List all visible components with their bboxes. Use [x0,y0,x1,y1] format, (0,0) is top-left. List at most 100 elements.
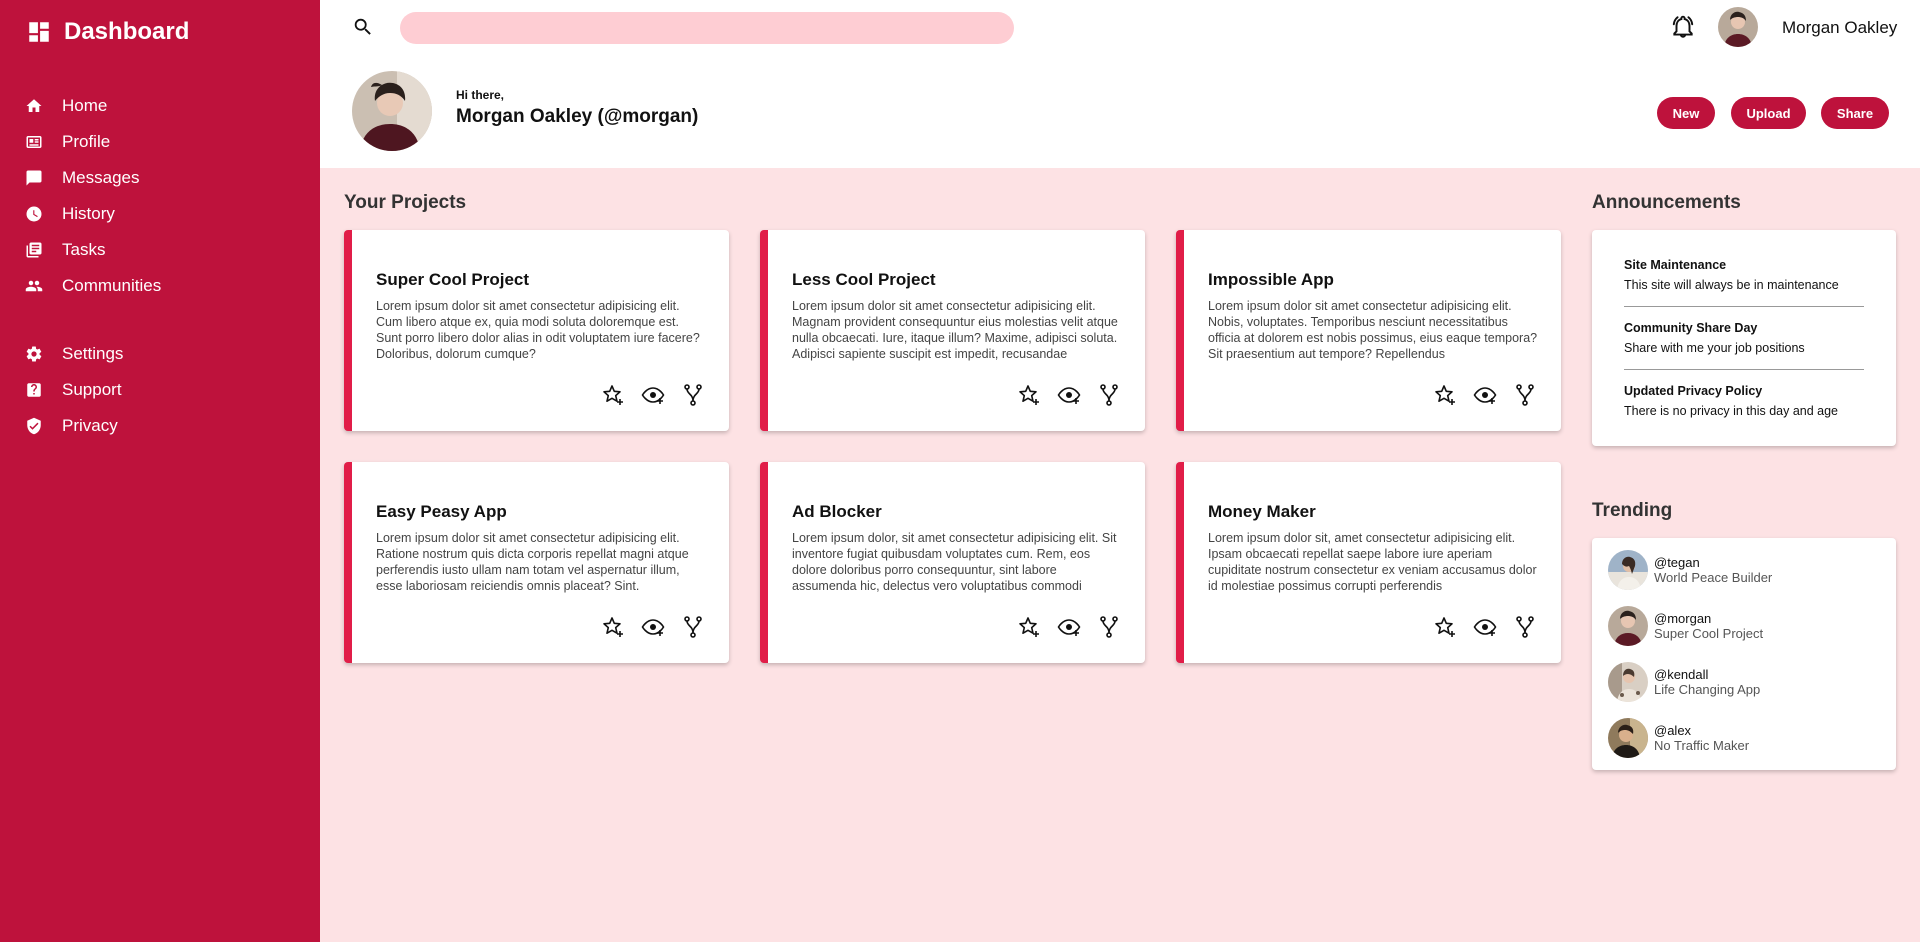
project-actions [601,383,705,407]
watch-icon[interactable] [1057,383,1081,407]
project-card[interactable]: Super Cool Project Lorem ipsum dolor sit… [344,230,729,431]
clock-icon [24,204,44,224]
sidebar-item-label: History [62,204,115,223]
sidebar-item-label: Profile [62,132,111,151]
announcement-title: Community Share Day [1624,321,1758,335]
star-add-icon[interactable] [1433,615,1457,639]
project-actions [1433,383,1537,407]
watch-icon[interactable] [1473,615,1497,639]
trending-text: @alex No Traffic Maker [1654,723,1749,753]
trending-project: Super Cool Project [1654,626,1764,641]
announcement-text: Share with me your job positions [1624,341,1805,355]
sidebar-item-history[interactable]: History [0,196,320,232]
sidebar-item-settings[interactable]: Settings [0,336,320,372]
announcements-panel: Site Maintenance This site will always b… [1592,230,1896,446]
project-actions [1017,615,1121,639]
fork-icon[interactable] [1513,383,1537,407]
avatar [1608,662,1648,702]
trending-handle: @kendall [1654,667,1709,682]
trending-project: World Peace Builder [1654,570,1773,585]
fork-icon[interactable] [681,615,705,639]
project-description: Lorem ipsum dolor, sit amet consectetur … [792,531,1117,593]
trending-item[interactable]: @kendall Life Changing App [1592,654,1896,710]
project-actions [601,615,705,639]
watch-icon[interactable] [641,383,665,407]
trending-item[interactable]: @morgan Super Cool Project [1592,598,1896,654]
search-input[interactable] [400,12,1014,44]
watch-icon[interactable] [1057,615,1081,639]
fork-icon[interactable] [1097,615,1121,639]
chat-icon [24,168,44,188]
bell-icon[interactable] [1670,14,1696,40]
upload-button[interactable]: Upload [1731,97,1806,129]
announcement-text: This site will always be in maintenance [1624,278,1839,292]
share-button[interactable]: Share [1821,97,1889,129]
project-title: Super Cool Project [376,270,530,289]
announcement-title: Site Maintenance [1624,258,1727,272]
greeting-text: Hi there, [456,88,505,102]
fork-icon[interactable] [681,383,705,407]
sidebar-item-support[interactable]: Support [0,372,320,408]
project-description: Lorem ipsum dolor sit amet consectetur a… [1208,299,1538,361]
projects-title: Your Projects [344,192,467,213]
profile-name: Morgan Oakley (@morgan) [456,106,699,127]
sidebar-item-communities[interactable]: Communities [0,268,320,304]
secondary-nav: Settings Support Privacy [0,336,320,444]
user-name[interactable]: Morgan Oakley [1782,18,1897,38]
watch-icon[interactable] [641,615,665,639]
sidebar-item-privacy[interactable]: Privacy [0,408,320,444]
brand-title: Dashboard [64,18,190,45]
sidebar-item-label: Tasks [62,240,106,259]
project-description: Lorem ipsum dolor sit amet consectetur a… [792,299,1118,361]
avatar[interactable] [1718,7,1758,47]
trending-project: Life Changing App [1654,682,1761,697]
project-card[interactable]: Impossible App Lorem ipsum dolor sit ame… [1176,230,1561,431]
new-button[interactable]: New [1657,97,1715,129]
project-card[interactable]: Less Cool Project Lorem ipsum dolor sit … [760,230,1145,431]
brand[interactable]: Dashboard [0,0,320,64]
sidebar-item-label: Support [62,380,122,399]
home-icon [24,96,44,116]
id-card-icon [24,132,44,152]
main-nav: Home Profile Messages History Tasks Comm… [0,88,320,304]
announcement-item[interactable]: Community Share Day Share with me your j… [1624,307,1864,370]
project-card[interactable]: Ad Blocker Lorem ipsum dolor, sit amet c… [760,462,1145,663]
trending-item[interactable]: @alex No Traffic Maker [1592,710,1896,766]
welcome-header: Hi there, Morgan Oakley (@morgan) New Up… [320,56,1920,168]
sidebar-item-messages[interactable]: Messages [0,160,320,196]
trending-text: @kendall Life Changing App [1654,667,1760,697]
project-title: Ad Blocker [792,502,882,521]
people-icon [24,276,44,296]
sidebar-item-profile[interactable]: Profile [0,124,320,160]
project-actions [1017,383,1121,407]
project-title: Less Cool Project [792,270,936,289]
star-add-icon[interactable] [601,383,625,407]
watch-icon[interactable] [1473,383,1497,407]
avatar [1608,606,1648,646]
top-bar: Morgan Oakley [320,0,1920,56]
announcement-item[interactable]: Site Maintenance This site will always b… [1624,244,1864,307]
project-title: Money Maker [1208,502,1316,521]
sidebar-item-tasks[interactable]: Tasks [0,232,320,268]
document-icon [24,240,44,260]
project-card[interactable]: Easy Peasy App Lorem ipsum dolor sit ame… [344,462,729,663]
star-add-icon[interactable] [1433,383,1457,407]
star-add-icon[interactable] [1017,615,1041,639]
fork-icon[interactable] [1097,383,1121,407]
star-add-icon[interactable] [601,615,625,639]
fork-icon[interactable] [1513,615,1537,639]
project-title: Easy Peasy App [376,502,507,521]
announcement-item[interactable]: Updated Privacy Policy There is no priva… [1624,370,1864,432]
gear-icon [24,344,44,364]
search-icon[interactable] [352,16,374,38]
avatar [1608,718,1648,758]
sidebar: Dashboard Home Profile Messages History … [0,0,320,942]
sidebar-item-label: Home [62,96,108,115]
trending-handle: @tegan [1654,555,1700,570]
shield-icon [24,416,44,436]
project-card[interactable]: Money Maker Lorem ipsum dolor sit, amet … [1176,462,1561,663]
trending-item[interactable]: @tegan World Peace Builder [1592,542,1896,598]
star-add-icon[interactable] [1017,383,1041,407]
sidebar-item-home[interactable]: Home [0,88,320,124]
project-title: Impossible App [1208,270,1334,289]
